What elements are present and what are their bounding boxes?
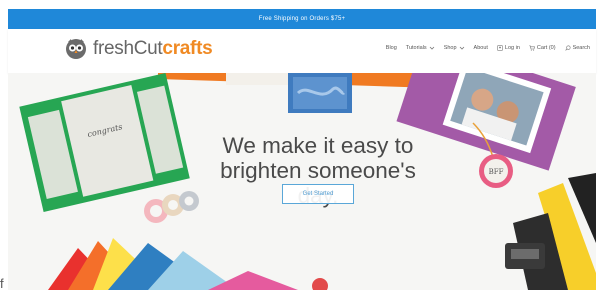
main-nav: Blog Tutorials Shop About Log in Cart (0… — [386, 45, 590, 51]
headline-line-1: We make it easy to — [222, 133, 414, 158]
nav-shop-label: Shop — [443, 45, 457, 51]
nav-login-label: Log in — [504, 45, 520, 51]
chevron-down-icon — [459, 46, 464, 50]
nav-blog[interactable]: Blog — [386, 45, 397, 51]
promo-text: Free Shipping on Orders $75+ — [258, 16, 346, 22]
site-header: freshCutcrafts Blog Tutorials Shop About… — [8, 29, 596, 73]
logo-wordmark-prefix: freshCut — [93, 38, 163, 59]
blue-print-card — [288, 73, 352, 113]
red-dot-decoration — [312, 278, 328, 290]
tag-text: BFF — [489, 168, 504, 176]
ink-pad — [505, 243, 545, 269]
nav-tutorials[interactable]: Tutorials — [406, 45, 435, 51]
nav-login[interactable]: Log in — [497, 45, 520, 51]
hero-section: congrats BFF We make it easy to brighten… — [8, 73, 596, 290]
logo-wordmark: freshCutcrafts — [93, 38, 213, 60]
headline-line-2: brighten someone's — [220, 158, 416, 183]
site-logo[interactable]: freshCutcrafts — [65, 38, 213, 60]
owl-logo-icon — [66, 39, 86, 59]
right-paper-stack — [513, 173, 596, 290]
green-gatefold-card: congrats — [19, 73, 190, 213]
colored-paper-stack — [48, 238, 298, 290]
nav-shop[interactable]: Shop — [444, 45, 465, 51]
search-icon — [564, 45, 571, 51]
logo-wordmark-accent: crafts — [162, 38, 213, 59]
washi-tape-rolls — [144, 191, 199, 223]
nav-tutorials-label: Tutorials — [405, 45, 427, 51]
stray-text-fragment: f — [0, 276, 4, 291]
get-started-button[interactable]: Get Started — [282, 184, 354, 204]
nav-blog-label: Blog — [385, 45, 397, 51]
nav-cart-label: Cart (0) — [536, 45, 556, 51]
nav-about[interactable]: About — [474, 45, 488, 51]
nav-search[interactable]: Search — [564, 45, 590, 51]
nav-search-label: Search — [572, 45, 590, 51]
chevron-down-icon — [429, 46, 434, 50]
nav-cart[interactable]: Cart (0) — [529, 45, 556, 51]
nav-about-label: About — [473, 45, 488, 51]
cart-icon — [529, 45, 535, 51]
promo-banner[interactable]: Free Shipping on Orders $75+ — [8, 9, 596, 29]
user-icon — [497, 45, 503, 51]
